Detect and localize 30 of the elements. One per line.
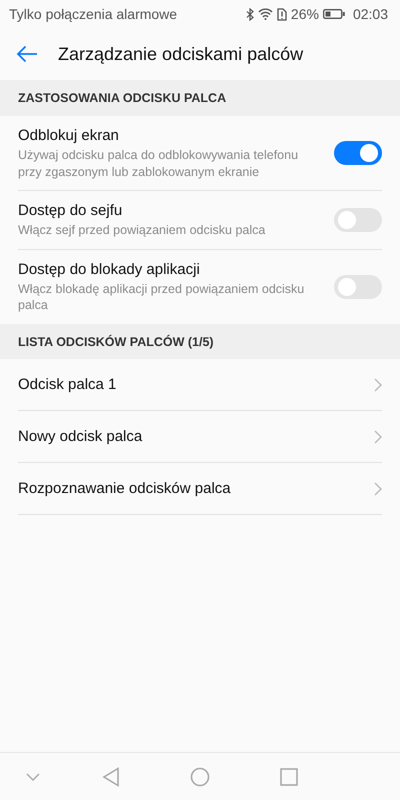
section-header: LISTA ODCISKÓW PALCÓW (1/5) xyxy=(0,324,400,360)
chevron-right-icon xyxy=(374,482,382,496)
toggle-switch[interactable] xyxy=(334,274,382,298)
clock-time: 02:03 xyxy=(352,4,388,24)
setting-label: Dostęp do blokady aplikacji xyxy=(18,260,201,279)
list-item[interactable]: Odcisk palca 1 xyxy=(18,359,382,412)
toggle-switch[interactable] xyxy=(334,208,382,232)
sim-alert-icon xyxy=(276,8,287,20)
chevron-right-icon xyxy=(374,378,382,392)
recent-apps-icon[interactable] xyxy=(280,768,298,786)
setting-label: Odblokuj ekran xyxy=(18,126,120,146)
setting-description: Włącz blokadę aplikacji przed powiązaniem odcisku palca xyxy=(18,281,306,314)
section-header: ZASTOSOWANIA ODCISKU PALCA xyxy=(0,80,400,116)
setting-label: Dostęp do sejfu xyxy=(18,200,124,220)
wifi-icon xyxy=(258,8,273,20)
battery-percent: 26% xyxy=(290,4,319,24)
toggle-switch[interactable] xyxy=(334,140,382,165)
bluetooth-icon xyxy=(246,8,254,20)
back-icon[interactable] xyxy=(102,766,120,786)
home-icon[interactable] xyxy=(190,766,210,786)
chevron-down-icon[interactable] xyxy=(26,772,40,780)
screen-title: Zarządzanie odciskami palców xyxy=(58,42,304,66)
list-item[interactable]: Rozpoznawanie odcisków palca xyxy=(18,463,382,516)
battery-icon xyxy=(322,8,345,20)
setting-description: Używaj odcisku palca do odblokowywania telefonu przy zgaszonym lub zablokowanym ekranie xyxy=(18,147,300,180)
list-item[interactable]: Nowy odcisk palca xyxy=(18,411,382,464)
carrier-text: Tylko połączenia alarmowe xyxy=(9,4,178,24)
back-arrow-icon[interactable] xyxy=(16,45,38,63)
chevron-right-icon xyxy=(374,430,382,444)
setting-description: Włącz sejf przed powiązaniem odcisku palca xyxy=(18,222,266,238)
